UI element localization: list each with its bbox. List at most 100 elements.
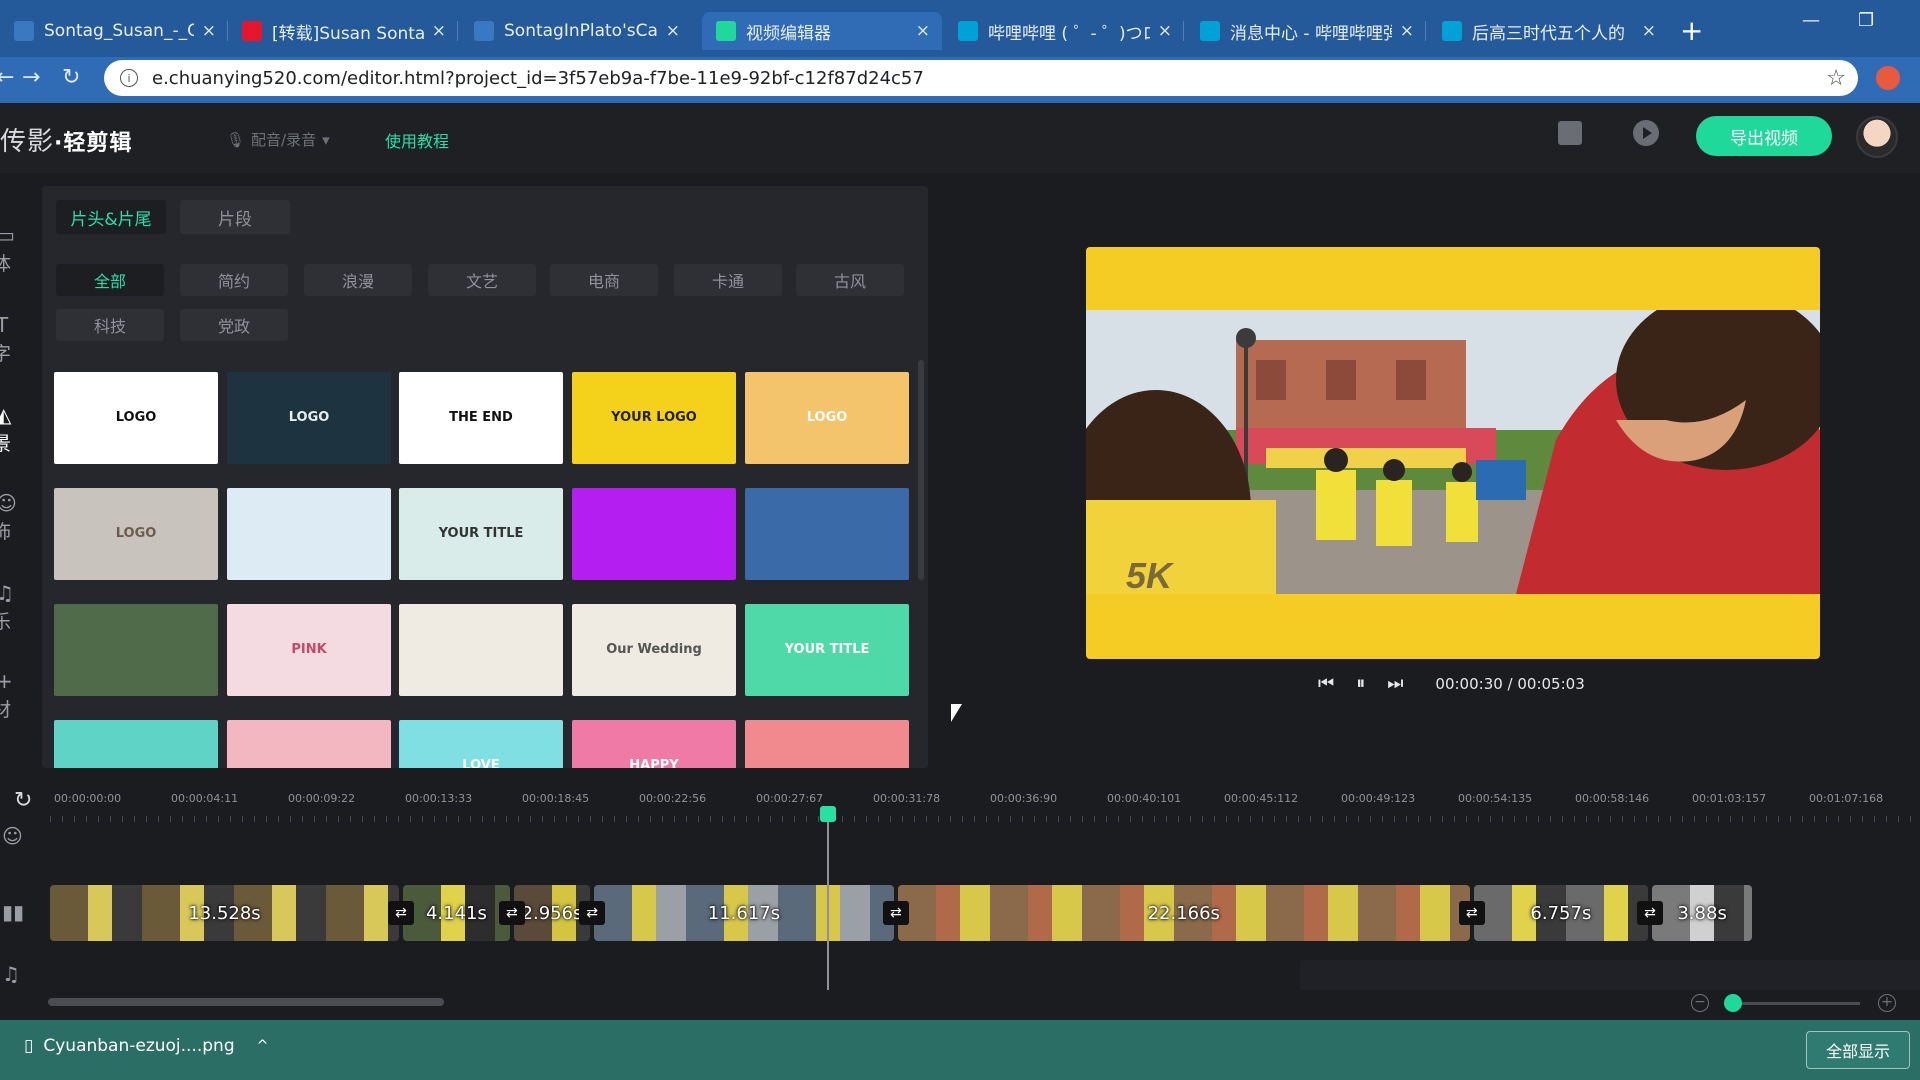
tutorial-link[interactable]: 使用教程: [385, 128, 449, 152]
panel-scrollbar[interactable]: [918, 360, 924, 580]
close-tab-icon[interactable]: ×: [1642, 21, 1656, 41]
tab-6[interactable]: 消息中心 - 哔哩哔哩弹 ×: [1186, 12, 1426, 50]
tab-7[interactable]: 后高三时代五个人的 ×: [1428, 12, 1668, 50]
restore-icon[interactable]: ❐: [1858, 10, 1874, 31]
back-icon[interactable]: ←: [0, 65, 14, 90]
reload-icon[interactable]: ↻: [62, 65, 80, 90]
template-thumb[interactable]: LOGO: [54, 488, 218, 580]
category-ecommerce[interactable]: 电商: [550, 264, 658, 296]
tab-intro-outro[interactable]: 片头&片尾: [56, 200, 166, 234]
transition-icon[interactable]: ⇄: [579, 901, 606, 925]
close-tab-icon[interactable]: ×: [1400, 21, 1414, 41]
zoom-in-icon[interactable]: +: [1878, 994, 1896, 1012]
tab-2[interactable]: [转载]Susan Sontag ×: [228, 12, 458, 50]
category-party[interactable]: 党政: [180, 309, 288, 341]
transition-icon[interactable]: ⇄: [1637, 901, 1664, 925]
extension-icon[interactable]: [1876, 66, 1900, 90]
tab-1[interactable]: Sontag_Susan_-_On ×: [0, 12, 228, 50]
zoom-slider-handle[interactable]: [1724, 994, 1742, 1012]
sidebar-item-material[interactable]: + 材: [0, 669, 40, 722]
chevron-up-icon[interactable]: ^: [257, 1038, 269, 1054]
zoom-out-icon[interactable]: −: [1691, 994, 1709, 1012]
category-romantic[interactable]: 浪漫: [304, 264, 412, 296]
transition-icon[interactable]: ⇄: [1458, 901, 1485, 925]
timeline-clip[interactable]: 6.757s: [1473, 885, 1649, 941]
transition-icon[interactable]: ⇄: [498, 901, 525, 925]
timeline-clip[interactable]: 3.88s: [1652, 885, 1753, 941]
video-preview[interactable]: 5K: [1086, 247, 1820, 659]
avatar[interactable]: [1856, 116, 1898, 158]
transition-icon[interactable]: ⇄: [388, 901, 415, 925]
tab-segment[interactable]: 片段: [180, 200, 290, 234]
tab-5[interactable]: 哔哩哔哩 ( ゜- ゜)つロ ×: [944, 12, 1184, 50]
video-track[interactable]: 13.528s ⇄ 4.141s ⇄ 2.956s ⇄ 11.617s ⇄ 22.166s ⇄ 6.…: [50, 885, 1920, 941]
template-thumb[interactable]: HAPPY: [572, 720, 736, 768]
download-item[interactable]: ▯ Cyuanban-ezuoj....png ^: [24, 1036, 268, 1056]
timeline-clip[interactable]: 13.528s: [50, 885, 400, 941]
download-bar: ▯ Cyuanban-ezuoj....png ^ 全部显示: [0, 1020, 1920, 1080]
timeline-clip[interactable]: 11.617s: [594, 885, 894, 941]
play-preview-icon[interactable]: [1633, 120, 1659, 146]
template-thumb[interactable]: PINK: [227, 604, 391, 696]
template-thumb[interactable]: LOGO: [54, 372, 218, 464]
template-thumb[interactable]: YOUR LOGO: [572, 372, 736, 464]
template-thumb[interactable]: THE END: [399, 372, 563, 464]
template-thumb[interactable]: LOGO: [227, 372, 391, 464]
template-thumb[interactable]: YOUR TITLE: [399, 488, 563, 580]
template-thumb[interactable]: [227, 488, 391, 580]
timeline-scrollbar[interactable]: [48, 998, 444, 1006]
template-thumb[interactable]: [54, 720, 218, 768]
template-thumb[interactable]: [745, 488, 909, 580]
sidebar-item-scene[interactable]: ◭ 景: [0, 403, 40, 456]
template-thumb[interactable]: LOGO: [745, 372, 909, 464]
sidebar-item-music[interactable]: ♫ 乐: [0, 581, 40, 634]
forward-icon[interactable]: →: [22, 65, 40, 90]
close-tab-icon[interactable]: ×: [432, 21, 446, 41]
pause-icon[interactable]: ⏸: [1356, 673, 1365, 694]
ruler-label: 00:01:03:157: [1692, 792, 1767, 805]
show-all-button[interactable]: 全部显示: [1806, 1031, 1910, 1069]
category-all[interactable]: 全部: [56, 264, 164, 296]
template-thumb[interactable]: [54, 604, 218, 696]
zoom-slider-track[interactable]: [1728, 1002, 1860, 1005]
category-tech[interactable]: 科技: [56, 309, 164, 341]
template-thumb[interactable]: LOVE: [399, 720, 563, 768]
info-icon[interactable]: i: [120, 69, 138, 87]
url-input[interactable]: i e.chuanying520.com/editor.html?project…: [104, 60, 1858, 96]
playhead-handle[interactable]: [820, 806, 836, 822]
template-thumb[interactable]: [572, 488, 736, 580]
close-tab-icon[interactable]: ×: [916, 21, 930, 41]
tab-4[interactable]: 视频编辑器 ×: [702, 12, 942, 50]
template-thumb[interactable]: Our Wedding: [572, 604, 736, 696]
undo-icon[interactable]: ↻: [14, 788, 32, 813]
close-tab-icon[interactable]: ×: [1158, 21, 1172, 41]
audio-track-area[interactable]: [1300, 960, 1920, 990]
skip-back-icon[interactable]: ⏮: [1318, 673, 1334, 694]
template-thumb[interactable]: [745, 720, 909, 768]
template-thumb[interactable]: [399, 604, 563, 696]
template-thumb[interactable]: [227, 720, 391, 768]
timeline-clip[interactable]: 4.141s: [403, 885, 510, 941]
minimize-icon[interactable]: —: [1802, 10, 1820, 31]
category-cartoon[interactable]: 卡通: [674, 264, 782, 296]
template-thumb[interactable]: YOUR TITLE: [745, 604, 909, 696]
category-literary[interactable]: 文艺: [428, 264, 536, 296]
timeline-clip[interactable]: 22.166s: [897, 885, 1470, 941]
tab-3[interactable]: SontagInPlato'sCave ×: [460, 12, 692, 50]
close-tab-icon[interactable]: ×: [202, 21, 216, 41]
close-tab-icon[interactable]: ×: [666, 21, 680, 41]
sidebar-item-sticker[interactable]: ☺ 饰: [0, 491, 40, 544]
transition-icon[interactable]: ⇄: [882, 901, 909, 925]
sidebar-item-text[interactable]: T 字: [0, 313, 40, 366]
new-tab-icon[interactable]: +: [1680, 14, 1703, 47]
category-simple[interactable]: 简约: [180, 264, 288, 296]
category-ancient[interactable]: 古风: [796, 264, 904, 296]
skip-forward-icon[interactable]: ⏭: [1387, 673, 1403, 694]
template-thumb-label: YOUR TITLE: [438, 525, 524, 541]
export-video-button[interactable]: 导出视频: [1696, 116, 1832, 156]
save-icon[interactable]: [1558, 121, 1582, 145]
sidebar-item-media[interactable]: ▭ 体: [0, 223, 40, 276]
bookmark-star-icon[interactable]: ☆: [1826, 66, 1846, 91]
preview-scene-image: 5K: [1086, 310, 1820, 594]
dubbing-dropdown[interactable]: 🎙 配音/录音 ▾: [226, 129, 330, 150]
